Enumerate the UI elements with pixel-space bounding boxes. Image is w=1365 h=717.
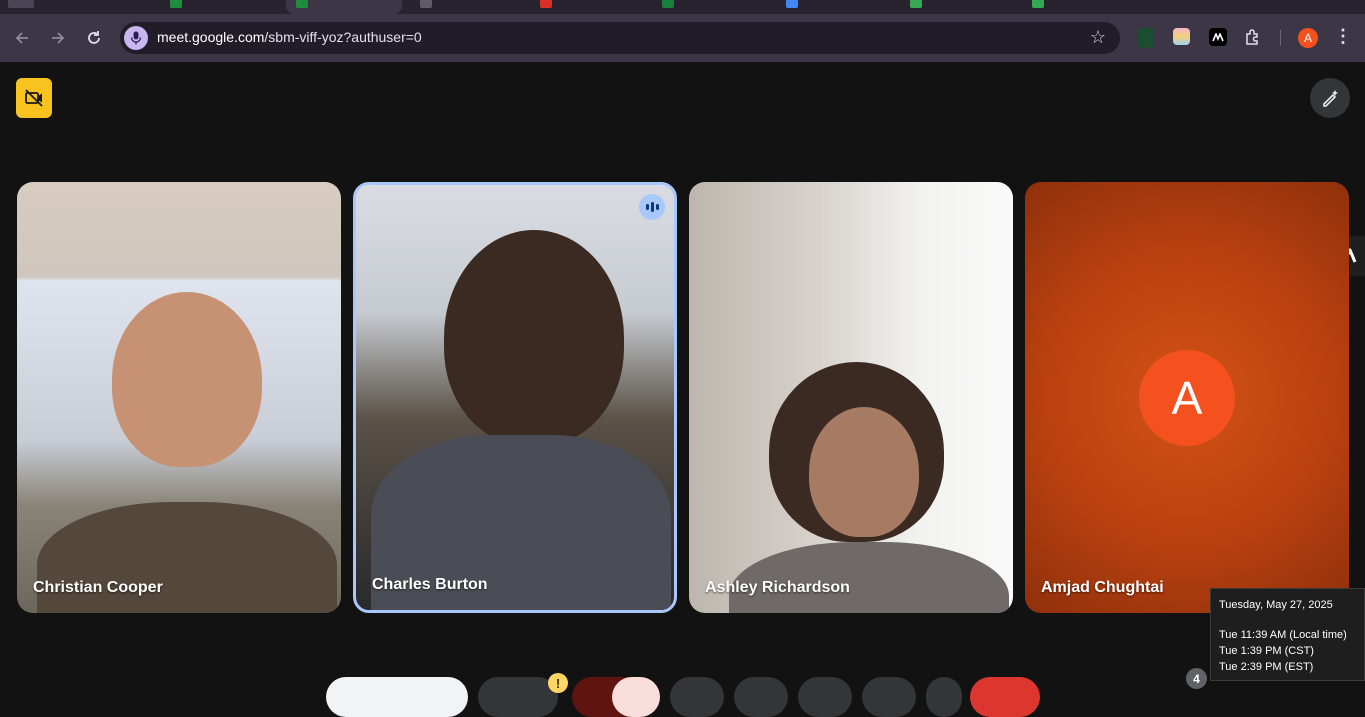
tab[interactable] — [1032, 0, 1132, 14]
participant-name: Charles Burton — [372, 576, 488, 593]
tooltip-date: Tuesday, May 27, 2025 — [1219, 599, 1333, 611]
tab-strip — [0, 0, 1365, 14]
microphone-icon[interactable] — [124, 26, 148, 50]
participant-video-body — [729, 542, 1009, 613]
url-text: meet.google.com/sbm-viff-yoz?authuser=0 — [157, 29, 422, 45]
warning-badge-icon: ! — [548, 673, 568, 693]
more-options-button[interactable] — [926, 677, 962, 717]
tab[interactable] — [420, 0, 520, 14]
meeting-apps-chip[interactable] — [326, 677, 468, 717]
toolbar-divider — [1280, 30, 1281, 46]
forward-icon[interactable] — [46, 26, 70, 50]
participant-tile[interactable]: Ashley Richardson — [689, 182, 1013, 613]
participant-name: Ashley Richardson — [705, 579, 850, 596]
raise-hand-button[interactable] — [862, 677, 916, 717]
captions-button[interactable] — [670, 677, 724, 717]
tab[interactable] — [170, 0, 270, 14]
participant-tile[interactable]: Christian Cooper — [17, 182, 341, 613]
m-extension-icon[interactable] — [1209, 28, 1227, 46]
tab[interactable] — [786, 0, 886, 14]
tab[interactable] — [910, 0, 1010, 14]
participant-tile-active-speaker[interactable]: Charles Burton — [353, 182, 677, 613]
url-host: meet.google.com — [157, 29, 265, 45]
address-bar[interactable]: meet.google.com/sbm-viff-yoz?authuser=0 … — [120, 22, 1120, 54]
browser-menu-icon[interactable]: ⋮ — [1334, 26, 1352, 47]
profile-avatar[interactable]: A — [1298, 28, 1318, 48]
time-tooltip: Tuesday, May 27, 2025 Tue 11:39 AM (Loca… — [1210, 588, 1365, 681]
visual-effects-button[interactable] — [1310, 78, 1350, 118]
participant-video — [809, 407, 919, 537]
participant-video — [112, 292, 262, 467]
microphone-button[interactable] — [478, 677, 558, 717]
participant-name: Christian Cooper — [33, 579, 163, 596]
puzzle-extension-icon[interactable] — [1244, 28, 1264, 48]
participant-avatar: A — [1139, 350, 1235, 446]
video-off-icon — [25, 89, 43, 107]
participant-video — [444, 230, 624, 445]
meeting-info-button[interactable] — [16, 78, 52, 118]
colorful-extension-icon[interactable] — [1173, 28, 1190, 45]
participant-count-badge: 4 — [1186, 668, 1207, 689]
tooltip-est-time: Tue 2:39 PM (EST) — [1219, 661, 1314, 673]
speaking-indicator-icon — [639, 194, 665, 220]
tooltip-local-time: Tue 11:39 AM (Local time) — [1219, 629, 1347, 641]
bookmark-star-icon[interactable]: ☆ — [1090, 27, 1106, 48]
present-button[interactable] — [798, 677, 852, 717]
url-path: /sbm-viff-yoz?authuser=0 — [264, 29, 422, 45]
green-extension-icon[interactable] — [1138, 28, 1154, 48]
tab-search[interactable] — [8, 0, 34, 14]
tab[interactable] — [540, 0, 640, 14]
magic-pencil-icon — [1323, 90, 1338, 107]
leave-call-button[interactable] — [970, 677, 1040, 717]
camera-off-icon[interactable] — [612, 677, 660, 717]
reload-icon[interactable] — [82, 26, 106, 50]
participant-tile[interactable]: A Amjad Chughtai — [1025, 182, 1349, 613]
tab[interactable] — [662, 0, 762, 14]
browser-toolbar: meet.google.com/sbm-viff-yoz?authuser=0 … — [0, 14, 1365, 62]
tooltip-cst-time: Tue 1:39 PM (CST) — [1219, 645, 1314, 657]
emoji-button[interactable] — [734, 677, 788, 717]
participant-name: Amjad Chughtai — [1041, 579, 1164, 596]
tab-active-meet[interactable] — [286, 0, 402, 14]
back-icon[interactable] — [10, 26, 34, 50]
